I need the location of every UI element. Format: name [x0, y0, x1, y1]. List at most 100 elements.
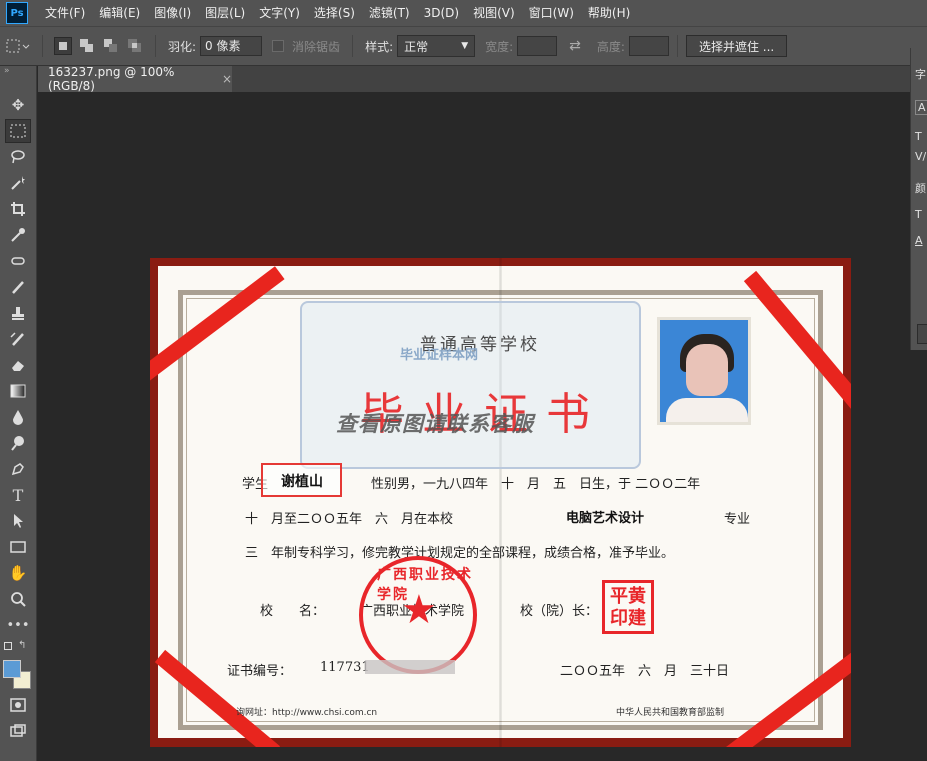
chevron-down-icon: ▼ [461, 41, 469, 51]
document-tab[interactable]: 163237.png @ 100%(RGB/8) × [38, 65, 232, 93]
more-tools-icon[interactable]: ••• [5, 613, 31, 637]
watermark-small-text: 毕业证样本网 [400, 348, 479, 363]
right-panel: 字 A T V/ 颜 T A [910, 48, 927, 350]
student-photo [657, 317, 751, 425]
type-tool-icon[interactable]: T [5, 483, 31, 507]
healing-tool-icon[interactable] [5, 249, 31, 273]
feather-label: 羽化: [168, 39, 197, 54]
blur-tool-icon[interactable] [5, 405, 31, 429]
student-name: 谢植山 [281, 474, 323, 490]
certificate-number: 117731 [320, 660, 370, 675]
select-and-mask-button[interactable]: 选择并遮住 ... [685, 35, 788, 57]
antialias-label: 消除锯齿 [292, 39, 341, 54]
color-label: 颜 [915, 182, 926, 195]
font-size-icon: T [915, 130, 922, 143]
school-label: 校 名： [260, 604, 326, 619]
school-seal: 广西职业技术学院 ★ [359, 556, 477, 674]
divider [155, 35, 156, 57]
tools-panel: » ✥ T ✋ ••• ↰ [0, 66, 37, 761]
divider [42, 35, 43, 57]
hand-tool-icon[interactable]: ✋ [5, 561, 31, 585]
seal-star-icon: ★ [401, 587, 437, 633]
menu-layer[interactable]: 图层(L) [198, 0, 252, 26]
antialias-checkbox[interactable] [272, 40, 285, 52]
divider [352, 35, 354, 57]
president-label: 校（院）长： [520, 604, 599, 619]
quick-mask-icon[interactable] [5, 693, 31, 717]
add-selection-icon[interactable] [78, 37, 96, 55]
width-input[interactable] [517, 36, 558, 56]
menu-bar: Ps 文件(F) 编辑(E) 图像(I) 图层(L) 文字(Y) 选择(S) 滤… [0, 0, 927, 26]
major-suffix: 专业 [724, 512, 751, 527]
rectangle-tool-icon[interactable] [5, 535, 31, 559]
verification-url: 询网址：http://www.chsi.com.cn [236, 708, 378, 718]
style-label: 样式: [365, 39, 394, 54]
menu-help[interactable]: 帮助(H) [581, 0, 637, 26]
stamp-tool-icon[interactable] [5, 301, 31, 325]
style-value: 正常 [404, 39, 429, 54]
photoshop-logo: Ps [6, 2, 28, 24]
eyedropper-tool-icon[interactable] [5, 223, 31, 247]
watermark-text: 查看原图请联系客服 [336, 412, 534, 436]
height-input[interactable] [628, 36, 669, 56]
birth-info-line: 性别男，一九八四年 十 月 五 日生，于 二ＯＯ二年 [371, 477, 701, 492]
menu-window[interactable]: 窗口(W) [522, 0, 581, 26]
zoom-tool-icon[interactable] [5, 587, 31, 611]
marquee-preset-picker[interactable] [0, 37, 34, 55]
foreground-color-swatch[interactable] [3, 660, 21, 678]
marquee-preset-icon [6, 39, 30, 53]
menu-file[interactable]: 文件(F) [38, 0, 92, 26]
new-selection-icon[interactable] [54, 37, 72, 55]
pen-tool-icon[interactable] [5, 457, 31, 481]
move-tool-icon[interactable]: ✥ [5, 93, 31, 117]
document-tab-bar: 163237.png @ 100%(RGB/8) × [38, 65, 927, 93]
style-select[interactable]: 正常 ▼ [397, 35, 476, 57]
underline-icon: A [915, 234, 923, 247]
document-tab-title: 163237.png @ 100%(RGB/8) [48, 65, 175, 93]
subtract-selection-icon[interactable] [102, 37, 120, 55]
issue-date: 二ＯＯ五年 六 月 三十日 [560, 664, 730, 679]
menu-edit[interactable]: 编辑(E) [92, 0, 147, 26]
menu-type[interactable]: 文字(Y) [252, 0, 307, 26]
eraser-tool-icon[interactable] [5, 353, 31, 377]
menu-filter[interactable]: 滤镜(T) [362, 0, 417, 26]
path-selection-tool-icon[interactable] [5, 509, 31, 533]
lasso-tool-icon[interactable] [5, 145, 31, 169]
height-label: 高度: [596, 39, 625, 54]
certificate-number-redaction [365, 660, 455, 674]
kerning-icon: V/ [915, 150, 927, 163]
feather-input[interactable]: 0 像素 [200, 36, 263, 56]
intersect-selection-icon[interactable] [126, 37, 144, 55]
panel-tab-label[interactable]: 字 [915, 66, 926, 82]
swap-colors-icon[interactable]: ↰ [18, 640, 26, 651]
default-colors-icon[interactable] [4, 642, 12, 650]
panel-button[interactable] [917, 324, 927, 344]
magic-wand-tool-icon[interactable] [5, 171, 31, 195]
brush-tool-icon[interactable] [5, 275, 31, 299]
divider [676, 35, 678, 57]
major-name: 电脑艺术设计 [566, 511, 645, 526]
president-stamp: 平黄印建 [602, 580, 654, 634]
font-field-stub[interactable]: A [915, 100, 927, 115]
dodge-tool-icon[interactable] [5, 431, 31, 455]
options-bar: 羽化: 0 像素 消除锯齿 样式: 正常 ▼ 宽度: ⇄ 高度: 选择并遮住 .… [0, 26, 927, 66]
marquee-tool-icon[interactable] [5, 119, 31, 143]
collapse-icon[interactable]: » [4, 66, 10, 76]
certificate-image: 普通高等学校 毕业证样本网 毕业证书 查看原图请联系客服 学生 谢植山 性别男，… [150, 258, 851, 747]
certificate-number-label: 证书编号： [227, 664, 293, 679]
swap-dimensions-icon[interactable]: ⇄ [569, 38, 581, 54]
screen-mode-icon[interactable] [5, 719, 31, 743]
width-label: 宽度: [485, 39, 514, 54]
menu-3d[interactable]: 3D(D) [417, 0, 466, 26]
completion-line: 三 年制专科学习，修完教学计划规定的全部课程，成绩合格，准予毕业。 [245, 546, 675, 561]
gradient-tool-icon[interactable] [5, 379, 31, 403]
study-period-line: 十 月至二ＯＯ五年 六 月在本校 [245, 512, 454, 527]
menu-view[interactable]: 视图(V) [466, 0, 522, 26]
close-tab-icon[interactable]: × [222, 72, 232, 86]
history-brush-tool-icon[interactable] [5, 327, 31, 351]
menu-select[interactable]: 选择(S) [307, 0, 362, 26]
menu-image[interactable]: 图像(I) [147, 0, 198, 26]
issuer-text: 中华人民共和国教育部监制 [616, 708, 725, 718]
vertical-scale-icon: T [915, 208, 922, 221]
crop-tool-icon[interactable] [5, 197, 31, 221]
